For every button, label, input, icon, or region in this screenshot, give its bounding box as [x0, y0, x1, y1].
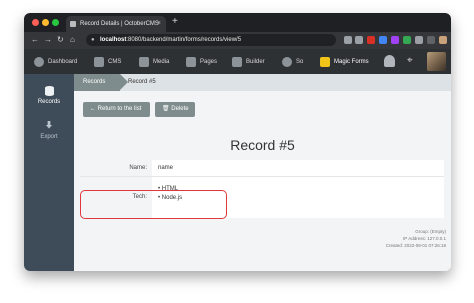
record-group: Group: (Empty) [415, 229, 446, 234]
back-arrow-icon[interactable]: ← [31, 35, 39, 44]
nav-item-label: Media [153, 58, 170, 65]
address-bar-row: ← → ↻ ⌂ ● localhost:8080/backend/martin/… [24, 32, 451, 49]
sidebar-item-label: Records [37, 99, 61, 105]
nav-item-pages[interactable]: Pages [186, 49, 217, 74]
extension-icon[interactable] [403, 36, 411, 44]
tab-title: Record Details | OctoberCMS [80, 21, 159, 27]
nav-item-cms[interactable]: CMS [94, 49, 121, 74]
sidebar-item-label: Export [40, 134, 58, 140]
lightning-bolt-icon [320, 56, 330, 67]
main-content: Records Record #5 ← Return to the list 🗑… [74, 74, 451, 271]
bookmark-star-icon[interactable] [355, 36, 363, 44]
record-details-table: Name: name Tech: • HTML • Node.js [80, 160, 444, 219]
browser-window: Record Details | OctoberCMS × + ← → ↻ ⌂ … [24, 13, 451, 271]
minimize-window-button[interactable] [42, 19, 49, 26]
nav-item-label: Dashboard [48, 58, 78, 65]
nav-item-label: CMS [108, 58, 122, 65]
nav-item-magic-forms[interactable]: Magic Forms [320, 49, 369, 74]
download-icon [45, 121, 53, 129]
record-created: Created: 2022-08-01 07:26:18 [385, 243, 446, 248]
extensions-puzzle-icon[interactable] [415, 36, 423, 44]
builder-wrench-icon [232, 56, 242, 67]
media-icon [139, 56, 149, 67]
tab-close-icon[interactable]: × [157, 20, 161, 27]
highlight-annotation-box [80, 190, 227, 219]
nav-item-label: Magic Forms [334, 58, 369, 65]
record-ip-address: IP Address: 127.0.0.1 [403, 236, 446, 241]
breadcrumb-records-link[interactable]: Records [74, 74, 128, 91]
return-to-list-label: Return to the list [97, 106, 142, 112]
nav-item-dashboard[interactable]: Dashboard [34, 49, 77, 74]
cms-icon [94, 56, 104, 67]
lock-icon: ● [91, 37, 95, 43]
delete-button[interactable]: 🗑 Delete [155, 102, 195, 117]
plugin-sidebar: Records Export [24, 74, 74, 271]
delete-label: Delete [171, 106, 189, 112]
share-icon[interactable] [344, 36, 352, 44]
nav-item-media[interactable]: Media [139, 49, 169, 74]
url-path: :8080/backend/martin/forms/records/view/… [126, 37, 242, 43]
nav-item-label: Builder [246, 58, 265, 65]
breadcrumb: Records Record #5 [74, 74, 451, 91]
home-icon[interactable]: ⌂ [70, 35, 75, 44]
new-tab-button[interactable]: + [172, 16, 178, 27]
favicon-icon [70, 21, 76, 27]
maximize-window-button[interactable] [52, 19, 59, 26]
pages-icon [186, 56, 196, 67]
arrow-left-icon: ← [90, 106, 96, 112]
cms-top-navigation: Dashboard CMS Media Pages Builder So Mag… [24, 49, 451, 74]
url-host: localhost [100, 37, 127, 43]
user-avatar[interactable] [427, 52, 446, 71]
sidebar-item-export[interactable]: Export [24, 121, 74, 140]
url-field[interactable]: ● localhost:8080/backend/martin/forms/re… [86, 34, 336, 46]
extension-icon[interactable] [391, 36, 399, 44]
sidebar-item-records[interactable]: Records [24, 86, 74, 105]
browser-tab[interactable]: Record Details | OctoberCMS × [66, 16, 166, 32]
star-icon [282, 56, 292, 67]
nav-item-so[interactable]: So [282, 49, 303, 74]
field-label: Name: [80, 160, 152, 176]
database-icon [44, 86, 54, 96]
extension-icon[interactable] [379, 36, 387, 44]
extension-icon[interactable] [367, 36, 375, 44]
preview-crosshair-icon[interactable]: ⌖ [407, 55, 413, 66]
close-window-button[interactable] [32, 19, 39, 26]
nav-item-builder[interactable]: Builder [232, 49, 265, 74]
nav-item-label: Pages [200, 58, 218, 65]
menu-icon[interactable] [439, 36, 447, 44]
browser-tab-bar: Record Details | OctoberCMS × + [24, 13, 451, 32]
field-row-name: Name: name [80, 160, 444, 177]
account-icon[interactable] [384, 55, 395, 67]
dashboard-icon [34, 56, 44, 67]
breadcrumb-current: Record #5 [128, 79, 156, 85]
forward-arrow-icon[interactable]: → [44, 35, 52, 44]
field-value: name [158, 165, 174, 171]
page-title: Record #5 [230, 137, 295, 153]
trash-icon: 🗑 [162, 106, 170, 112]
profile-icon[interactable] [427, 36, 435, 44]
return-to-list-button[interactable]: ← Return to the list [83, 102, 150, 117]
nav-item-label: So [296, 58, 304, 65]
reload-icon[interactable]: ↻ [57, 35, 64, 44]
